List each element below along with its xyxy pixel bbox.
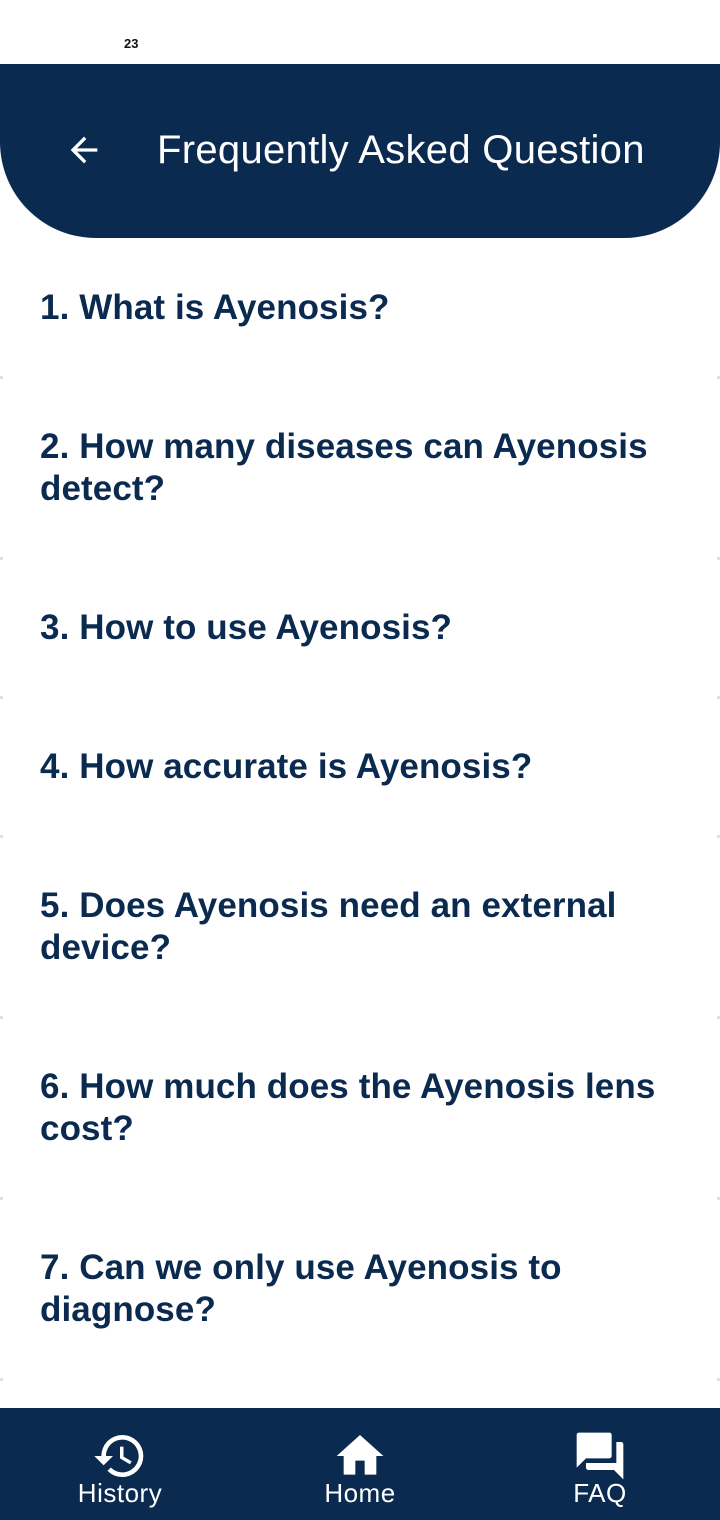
faq-item[interactable]: 4. How accurate is Ayenosis? [0,697,720,838]
faq-question: 4. How accurate is Ayenosis? [40,746,533,786]
faq-question: 7. Can we only use Ayenosis to diagnose? [40,1247,562,1329]
nav-label-faq: FAQ [573,1478,627,1508]
faq-item[interactable]: 1. What is Ayenosis? [0,238,720,379]
status-time: 23 [124,36,139,51]
back-button[interactable] [58,124,110,176]
faq-list: 1. What is Ayenosis? 2. How many disease… [0,238,720,1381]
nav-item-faq[interactable]: FAQ [520,1408,680,1520]
faq-question: 5. Does Ayenosis need an external device… [40,885,617,967]
history-icon [94,1435,144,1477]
nav-label-history: History [77,1478,163,1508]
faq-question: 2. How many diseases can Ayenosis detect… [40,426,648,508]
faq-item[interactable]: 5. Does Ayenosis need an external device… [0,836,720,1019]
app-header: Frequently Asked Question [0,64,720,238]
faq-question: 3. How to use Ayenosis? [40,607,453,647]
faq-question: 6. How much does the Ayenosis lens cost? [40,1066,656,1148]
nav-item-home[interactable]: Home [280,1408,440,1520]
page-title: Frequently Asked Question [157,128,645,172]
home-icon [336,1435,384,1475]
arrow-left-icon [70,136,98,164]
faq-item[interactable]: 3. How to use Ayenosis? [0,558,720,699]
nav-label-home: Home [324,1478,396,1508]
forum-icon [576,1432,624,1480]
status-bar: 23 [0,0,720,64]
faq-item[interactable]: 2. How many diseases can Ayenosis detect… [0,377,720,560]
faq-question: 1. What is Ayenosis? [40,287,390,327]
bottom-navigation: History Home FAQ [0,1408,720,1520]
faq-item[interactable]: 6. How much does the Ayenosis lens cost? [0,1017,720,1200]
nav-item-history[interactable]: History [40,1408,200,1520]
faq-item[interactable]: 7. Can we only use Ayenosis to diagnose? [0,1198,720,1381]
